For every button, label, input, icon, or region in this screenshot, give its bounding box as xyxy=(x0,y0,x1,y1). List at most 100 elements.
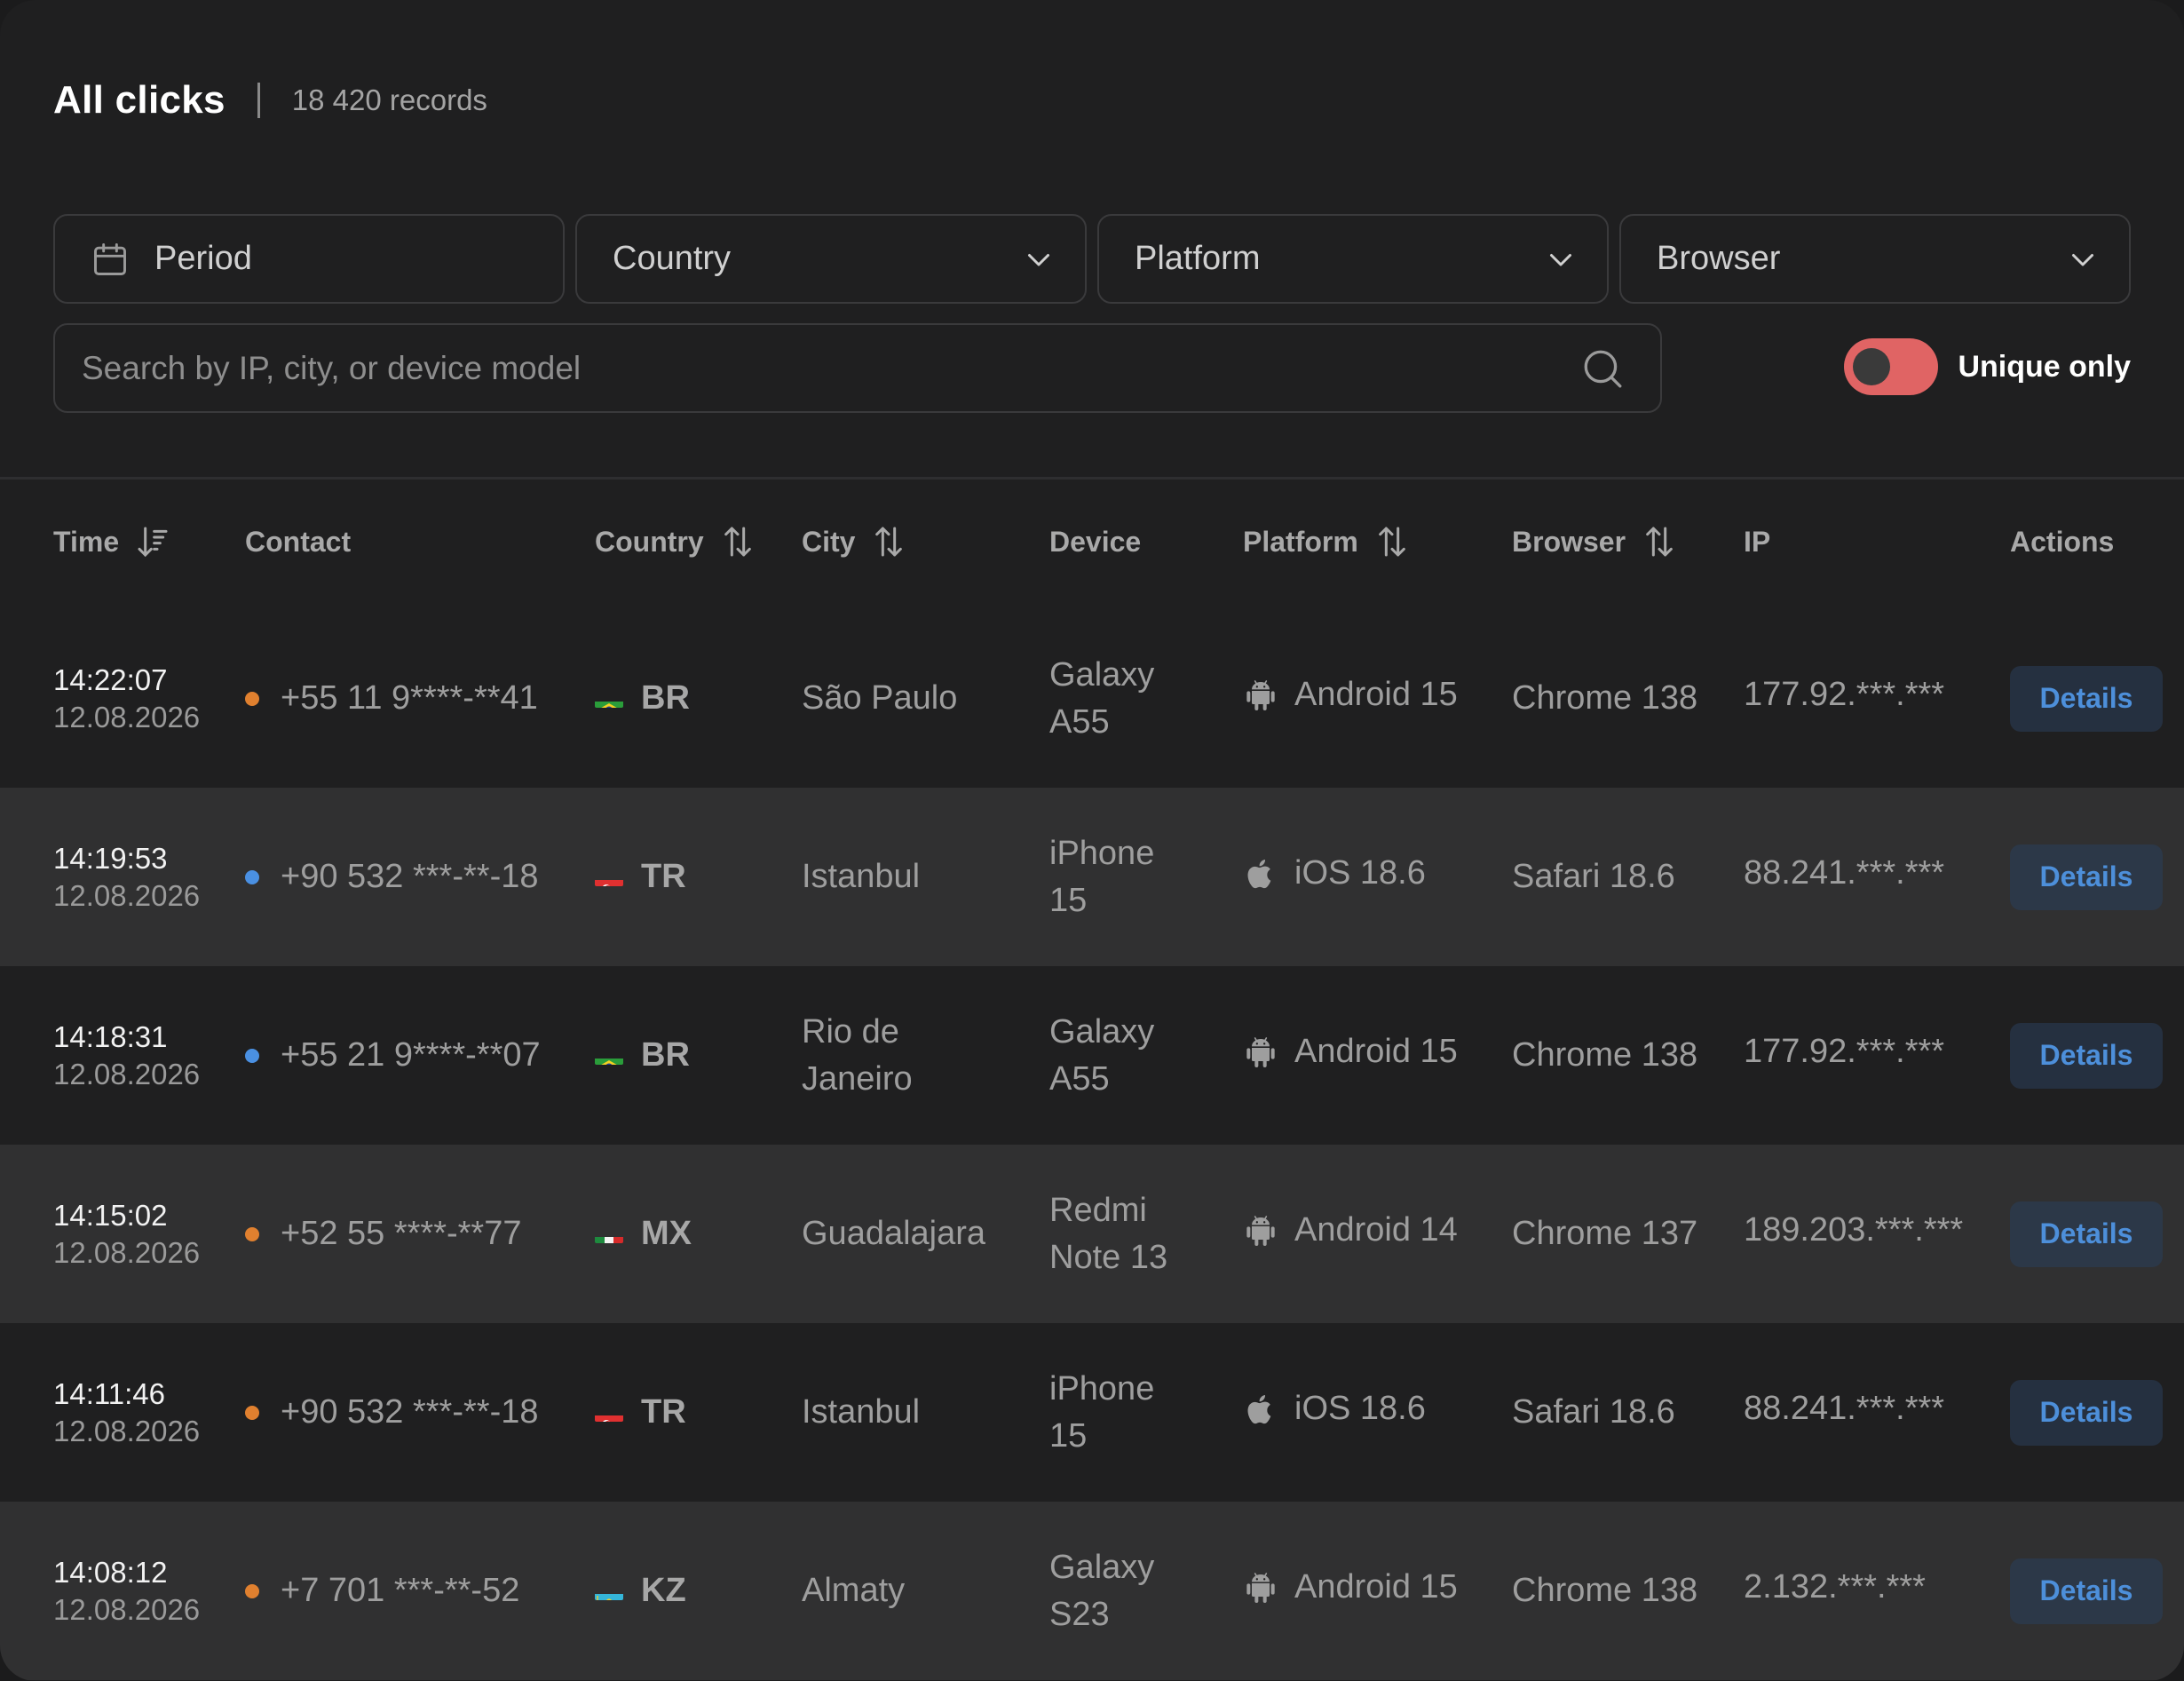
platform-text: iOS 18.6 xyxy=(1294,1390,1426,1427)
search-icon[interactable] xyxy=(1580,346,1625,391)
actions-cell: Details xyxy=(2010,966,2163,1145)
column-header-device: Device xyxy=(1049,506,1141,577)
browser-text: Chrome 138 xyxy=(1512,1572,1698,1609)
device-line-2: Note 13 xyxy=(1049,1238,1168,1276)
device-line-1: Redmi xyxy=(1049,1191,1147,1229)
country-code: KZ xyxy=(641,1572,686,1609)
column-header-country[interactable]: Country xyxy=(595,506,756,577)
platform-cell: Android 15 xyxy=(1243,606,1458,784)
column-header-browser[interactable]: Browser xyxy=(1512,506,1677,577)
column-header-city-label: City xyxy=(802,525,856,558)
android-icon xyxy=(1243,1033,1278,1072)
city-line-1: Rio de xyxy=(802,1012,899,1051)
sort-icon[interactable] xyxy=(1374,522,1410,561)
status-dot xyxy=(245,1048,259,1063)
browser-cell: Chrome 138 xyxy=(1512,966,1697,1145)
page-title: All clicks xyxy=(53,78,226,122)
details-button[interactable]: Details xyxy=(2010,1558,2163,1624)
ip-cell: 88.241.***.*** xyxy=(1744,1320,1944,1498)
contact-cell: +7 701 ***-**-52 xyxy=(245,1502,519,1680)
time-cell: 14:19:53 12.08.2026 xyxy=(53,788,200,966)
records-count: 18 420 records xyxy=(291,83,487,116)
sort-descending-icon[interactable] xyxy=(135,522,170,561)
search-input[interactable] xyxy=(82,349,1580,387)
actions-cell: Details xyxy=(2010,1502,2163,1680)
browser-filter[interactable]: Browser xyxy=(1619,214,2131,304)
city-text: São Paulo xyxy=(802,679,958,717)
contact-phone: +55 11 9****-**41 xyxy=(281,679,538,717)
city-text: Istanbul xyxy=(802,1393,921,1431)
platform-text: iOS 18.6 xyxy=(1294,854,1426,892)
column-header-device-label: Device xyxy=(1049,525,1142,558)
period-filter[interactable]: Period xyxy=(53,214,565,304)
country-cell: BR xyxy=(595,966,690,1145)
status-dot xyxy=(245,869,259,884)
actions-cell: Details xyxy=(2010,609,2163,788)
column-header-time[interactable]: Time xyxy=(53,506,170,577)
date-value: 12.08.2026 xyxy=(53,1057,201,1090)
ip-cell: 2.132.***.*** xyxy=(1744,1498,1926,1677)
column-header-browser-label: Browser xyxy=(1512,525,1626,558)
browser-cell: Chrome 137 xyxy=(1512,1145,1697,1323)
time-cell: 14:22:07 12.08.2026 xyxy=(53,609,200,788)
column-header-platform-label: Platform xyxy=(1243,525,1358,558)
platform-cell: iOS 18.6 xyxy=(1243,784,1426,963)
flag-mx-icon xyxy=(595,1225,623,1243)
details-button[interactable]: Details xyxy=(2010,665,2163,732)
contact-phone: +52 55 ****-**77 xyxy=(281,1215,522,1252)
page-header: All clicks 18 420 records xyxy=(53,76,487,124)
flag-kz-icon xyxy=(595,1582,623,1600)
apple-icon xyxy=(1243,854,1278,893)
table-row: 14:11:46 12.08.2026 +90 532 ***-**-18 TR… xyxy=(0,1323,2184,1502)
device-line-2: S23 xyxy=(1049,1595,1110,1633)
device-cell: iPhone 15 xyxy=(1049,1323,1154,1502)
details-button[interactable]: Details xyxy=(2010,844,2163,910)
ip-text: 177.92.***.*** xyxy=(1744,676,1945,713)
browser-text: Chrome 137 xyxy=(1512,1215,1698,1252)
details-button[interactable]: Details xyxy=(2010,1379,2163,1446)
unique-only-toggle[interactable] xyxy=(1844,338,1939,395)
table-row: 14:22:07 12.08.2026 +55 11 9****-**41 BR… xyxy=(0,609,2184,788)
platform-text: Android 15 xyxy=(1294,676,1458,713)
sort-icon[interactable] xyxy=(1642,522,1677,561)
status-dot xyxy=(245,1583,259,1598)
device-line-1: Galaxy xyxy=(1049,1012,1155,1051)
browser-cell: Chrome 138 xyxy=(1512,1502,1697,1680)
country-cell: MX xyxy=(595,1145,692,1323)
device-line-1: iPhone xyxy=(1049,834,1155,872)
ip-text: 88.241.***.*** xyxy=(1744,1390,1945,1427)
search-box xyxy=(53,323,1662,413)
column-header-platform[interactable]: Platform xyxy=(1243,506,1410,577)
country-filter[interactable]: Country xyxy=(575,214,1087,304)
apple-icon xyxy=(1243,1390,1278,1429)
city-text: Istanbul xyxy=(802,858,921,895)
details-button[interactable]: Details xyxy=(2010,1022,2163,1089)
city-cell: São Paulo xyxy=(802,609,957,788)
city-cell: Istanbul xyxy=(802,1323,920,1502)
city-cell: Guadalajara xyxy=(802,1145,985,1323)
date-value: 12.08.2026 xyxy=(53,1235,201,1269)
contact-cell: +55 11 9****-**41 xyxy=(245,609,538,788)
column-header-country-label: Country xyxy=(595,525,704,558)
country-filter-label: Country xyxy=(613,240,732,277)
sort-icon[interactable] xyxy=(720,522,756,561)
device-line-2: 15 xyxy=(1049,881,1088,919)
platform-cell: iOS 18.6 xyxy=(1243,1320,1426,1498)
android-icon xyxy=(1243,1211,1278,1250)
table-header: Time Contact Country City Device Platfor… xyxy=(0,506,2184,577)
android-icon xyxy=(1243,1568,1278,1607)
device-line-1: iPhone xyxy=(1049,1369,1155,1407)
browser-text: Chrome 138 xyxy=(1512,679,1698,717)
device-cell: Galaxy A55 xyxy=(1049,609,1154,788)
calendar-icon xyxy=(94,242,126,275)
details-button[interactable]: Details xyxy=(2010,1201,2163,1267)
actions-cell: Details xyxy=(2010,1323,2163,1502)
platform-text: Android 14 xyxy=(1294,1211,1458,1249)
sort-icon[interactable] xyxy=(871,522,906,561)
platform-filter[interactable]: Platform xyxy=(1097,214,1609,304)
date-value: 12.08.2026 xyxy=(53,700,201,733)
column-header-actions-label: Actions xyxy=(2010,525,2115,558)
column-header-city[interactable]: City xyxy=(802,506,906,577)
country-cell: TR xyxy=(595,788,686,966)
device-line-2: A55 xyxy=(1049,1059,1110,1098)
